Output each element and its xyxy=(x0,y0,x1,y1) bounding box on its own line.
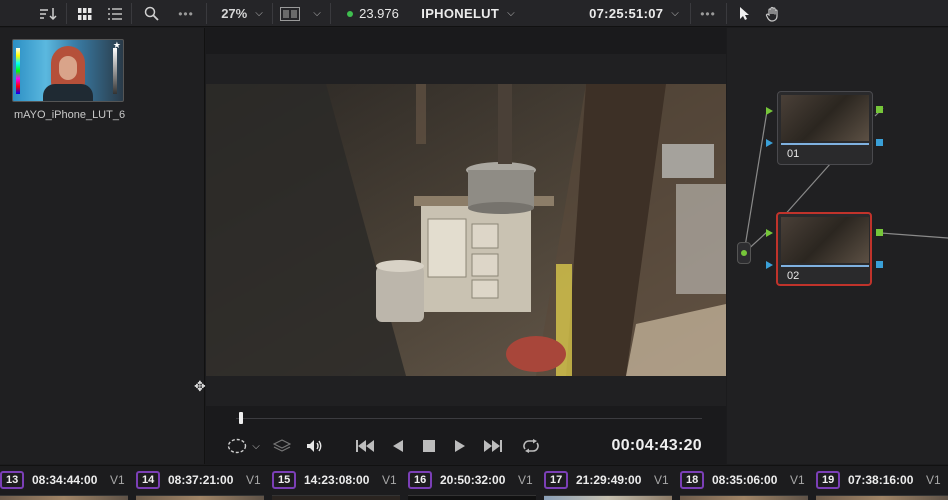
timeline-clip[interactable]: 19 07:38:16:00 V1 xyxy=(816,469,948,500)
search-icon[interactable] xyxy=(140,0,162,27)
viewer-layout-icon[interactable] xyxy=(278,0,302,27)
zoom-dropdown[interactable]: 27% ⌵ xyxy=(214,0,270,27)
playhead[interactable] xyxy=(238,412,243,424)
node-label: 02 xyxy=(787,270,800,282)
favorite-icon: ★ xyxy=(112,40,121,50)
chevron-down-icon[interactable]: ⌵ xyxy=(308,0,326,27)
reverse-icon[interactable] xyxy=(390,436,406,456)
fps-value: 23.976 xyxy=(359,6,399,21)
resolve-color-page: ••• 27% ⌵ ⌵ 23.976 IPHONELUT ⌵ 07:25:51:… xyxy=(0,0,948,500)
clip-number: 17 xyxy=(544,471,569,489)
input-port-icon[interactable] xyxy=(766,229,773,237)
hand-icon[interactable] xyxy=(762,0,784,27)
timeline-clip[interactable]: 17 21:29:49:00 V1 xyxy=(544,469,678,500)
clip-thumbnail xyxy=(136,495,264,500)
clip-timeline: 13 08:34:44:00 V1 14 08:37:21:00 V1 15 1… xyxy=(0,465,948,500)
clip-thumbnail xyxy=(408,495,536,500)
skip-back-icon[interactable] xyxy=(354,436,376,456)
sort-icon[interactable] xyxy=(36,0,60,27)
clip-number: 13 xyxy=(0,471,25,489)
timeline-clip[interactable]: 16 20:50:32:00 V1 xyxy=(408,469,542,500)
clip-number: 14 xyxy=(136,471,161,489)
clip-track: V1 xyxy=(246,473,261,487)
project-title: IPHONELUT xyxy=(421,6,500,21)
frame-rate: 23.976 xyxy=(338,0,408,27)
clip-timecode: 08:37:21:00 xyxy=(168,473,234,487)
output-port-icon[interactable] xyxy=(876,139,883,146)
chevron-down-icon: ⌵ xyxy=(671,8,679,19)
timeline-clip[interactable]: 15 14:23:08:00 V1 xyxy=(272,469,406,500)
stop-icon[interactable] xyxy=(420,436,438,456)
clip-name: mAYO_iPhone_LUT_6 xyxy=(14,109,126,121)
output-port-icon[interactable] xyxy=(876,261,883,268)
clip-thumbnail xyxy=(0,495,128,500)
more-icon[interactable]: ••• xyxy=(174,0,198,27)
output-port-icon[interactable] xyxy=(876,229,883,236)
input-port-icon[interactable] xyxy=(766,139,773,147)
output-port-icon[interactable] xyxy=(876,106,883,113)
chevron-down-icon: ⌵ xyxy=(255,8,263,19)
grid-view-icon[interactable] xyxy=(74,0,96,27)
timeline-clip[interactable]: 18 08:35:06:00 V1 xyxy=(680,469,814,500)
clip-timecode: 14:23:08:00 xyxy=(304,473,370,487)
layers-icon[interactable] xyxy=(272,436,292,456)
source-node-icon[interactable] xyxy=(737,242,751,264)
clip-timecode: 07:38:16:00 xyxy=(848,473,914,487)
list-view-icon[interactable] xyxy=(104,0,126,27)
clip-thumbnail xyxy=(544,495,672,500)
clip-number: 19 xyxy=(816,471,841,489)
clip-number: 18 xyxy=(680,471,705,489)
clip-thumbnail xyxy=(680,495,808,500)
more-icon[interactable]: ••• xyxy=(696,0,720,27)
power-window-icon[interactable] xyxy=(226,436,248,456)
clip-track: V1 xyxy=(926,473,941,487)
input-port-icon[interactable] xyxy=(766,107,773,115)
pointer-icon[interactable] xyxy=(734,0,754,27)
node-editor: 01 02 xyxy=(727,28,948,464)
clip-track: V1 xyxy=(518,473,533,487)
clip-track: V1 xyxy=(790,473,805,487)
play-icon[interactable] xyxy=(452,436,468,456)
top-toolbar: ••• 27% ⌵ ⌵ 23.976 IPHONELUT ⌵ 07:25:51:… xyxy=(0,0,948,27)
skip-forward-icon[interactable] xyxy=(482,436,504,456)
clip-track: V1 xyxy=(654,473,669,487)
input-port-icon[interactable] xyxy=(766,261,773,269)
clip-thumbnail[interactable]: ★ xyxy=(12,39,124,102)
clip-timecode: 21:29:49:00 xyxy=(576,473,642,487)
project-title-dropdown[interactable]: IPHONELUT ⌵ xyxy=(416,0,520,27)
transport-controls: ⌵ 00:04:43:20 xyxy=(206,428,726,464)
zoom-value: 27% xyxy=(221,6,248,21)
volume-icon[interactable] xyxy=(304,436,326,456)
timeline-clip[interactable]: 13 08:34:44:00 V1 xyxy=(0,469,134,500)
clip-timecode: 20:50:32:00 xyxy=(440,473,506,487)
scrubber-track[interactable] xyxy=(236,418,702,419)
clip-thumbnail xyxy=(272,495,400,500)
clip-timecode: 08:35:06:00 xyxy=(712,473,778,487)
timecode-dropdown[interactable]: 07:25:51:07 ⌵ xyxy=(584,0,684,27)
node-01[interactable]: 01 xyxy=(777,91,873,165)
clip-number: 16 xyxy=(408,471,433,489)
chevron-down-icon: ⌵ xyxy=(507,8,515,19)
status-dot-icon xyxy=(347,10,354,17)
viewer-frame[interactable] xyxy=(206,84,726,376)
clip-track: V1 xyxy=(382,473,397,487)
move-cursor-icon: ✥ xyxy=(194,378,206,394)
viewer-timecode: 00:04:43:20 xyxy=(611,437,702,454)
clip-timecode: 08:34:44:00 xyxy=(32,473,98,487)
clip-thumbnail xyxy=(816,495,948,500)
clip-track: V1 xyxy=(110,473,125,487)
viewer-image xyxy=(206,84,726,376)
record-timecode: 07:25:51:07 xyxy=(589,6,664,21)
media-pool: ★ mAYO_iPhone_LUT_6 ✥ xyxy=(0,28,206,464)
timeline-clip[interactable]: 14 08:37:21:00 V1 xyxy=(136,469,270,500)
node-02[interactable]: 02 xyxy=(776,212,872,286)
loop-icon[interactable] xyxy=(520,436,542,456)
chevron-down-icon[interactable]: ⌵ xyxy=(250,436,262,456)
viewer-panel: ⌵ 00:04:43:20 xyxy=(206,28,726,464)
node-label: 01 xyxy=(787,148,800,160)
clip-number: 15 xyxy=(272,471,297,489)
